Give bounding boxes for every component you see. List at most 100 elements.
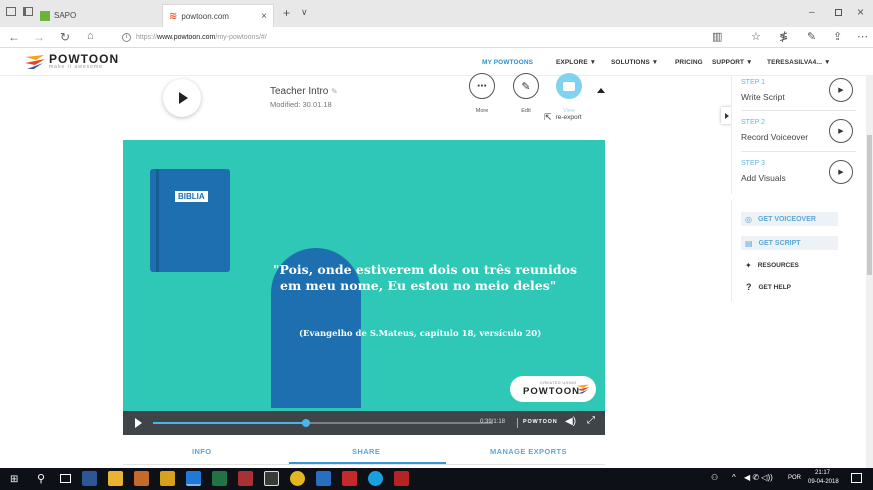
resources-link[interactable]: ✦ RESOURCES xyxy=(745,261,799,270)
progress-track[interactable] xyxy=(153,419,493,427)
task-view-icon[interactable] xyxy=(60,474,71,483)
back-icon[interactable]: ← xyxy=(8,30,20,44)
url-field[interactable]: i https:// www.powtoon.com /my-powtoons/… xyxy=(122,29,672,45)
get-script-link[interactable]: ▤ GET SCRIPT xyxy=(741,236,838,250)
maximize-icon[interactable] xyxy=(835,9,842,16)
close-tab-icon[interactable]: × xyxy=(261,11,267,22)
refresh-icon[interactable]: ↻ xyxy=(60,30,70,44)
tab-sapo-label: SAPO xyxy=(54,11,77,20)
video-player[interactable]: BIBLIA "Pois, onde estiverem dois ou trê… xyxy=(123,140,605,411)
language-indicator[interactable]: POR xyxy=(788,475,801,481)
tab-sapo[interactable]: SAPO xyxy=(40,4,160,27)
step-1-play-button[interactable]: ▶ xyxy=(829,78,853,102)
step-3-play-button[interactable]: ▶ xyxy=(829,160,853,184)
menu-support[interactable]: SUPPORT ▼ xyxy=(712,59,753,66)
collapse-caret-icon[interactable] xyxy=(597,88,605,93)
fullscreen-icon[interactable]: ⤢ xyxy=(587,415,595,426)
word-icon[interactable] xyxy=(82,471,97,486)
powtoon-modified: Modified: 30.01.18 xyxy=(270,100,332,109)
tab-manage-exports[interactable]: MANAGE EXPORTS xyxy=(490,447,567,456)
clock-time[interactable]: 21:17 xyxy=(815,470,830,476)
get-script-label: GET SCRIPT xyxy=(758,239,801,247)
get-help-link[interactable]: ? GET HELP xyxy=(746,282,791,292)
favorite-icon[interactable]: ☆ xyxy=(751,30,761,43)
page-scrollbar-thumb[interactable] xyxy=(867,135,872,275)
help-icon: ? xyxy=(746,282,752,292)
skype-icon[interactable] xyxy=(368,471,383,486)
notes-icon[interactable]: ✎ xyxy=(807,30,816,43)
expand-arrow-icon xyxy=(725,112,729,119)
controls-logo: POWTOON xyxy=(523,419,558,425)
reading-view-icon[interactable]: ▥ xyxy=(712,30,722,43)
powtoon-title[interactable]: Teacher Intro ✎ xyxy=(270,86,338,97)
acrobat-icon[interactable] xyxy=(394,471,409,486)
step-2-label: STEP 2 xyxy=(741,119,765,126)
preview-play-button[interactable] xyxy=(163,79,201,117)
share-icon[interactable]: ⇪ xyxy=(833,30,842,43)
menu-user[interactable]: TERESASILVA4... ▼ xyxy=(767,59,831,66)
book-label: BIBLIA xyxy=(175,191,208,202)
edge-icon[interactable] xyxy=(186,471,201,486)
more-icon[interactable]: ⋯ xyxy=(857,30,868,43)
file-explorer-icon[interactable] xyxy=(108,471,123,486)
powtoon-logo-icon xyxy=(25,54,45,69)
pdf-icon[interactable] xyxy=(342,471,357,486)
people-icon[interactable]: ⚇ xyxy=(711,473,718,482)
rename-pencil-icon[interactable]: ✎ xyxy=(331,87,338,96)
menu-pricing[interactable]: PRICING xyxy=(675,59,703,66)
store-icon[interactable] xyxy=(264,471,279,486)
tab-share[interactable]: SHARE xyxy=(352,447,380,456)
notifications-icon[interactable] xyxy=(851,473,862,483)
progress-fill xyxy=(153,422,306,424)
step-divider-2 xyxy=(741,151,856,152)
powtoon-logo[interactable]: POWTOON make it awesome xyxy=(24,53,119,70)
tray-chevron-icon[interactable]: ^ xyxy=(732,473,736,482)
step-2-play-button[interactable]: ▶ xyxy=(829,119,853,143)
hub-icon[interactable]: ≸ xyxy=(779,30,788,43)
menu-solutions[interactable]: SOLUTIONS ▼ xyxy=(611,59,658,66)
volume-icon[interactable]: ◀) xyxy=(565,416,576,427)
minimize-icon[interactable]: – xyxy=(809,7,815,18)
tab-actions-icon[interactable] xyxy=(6,7,16,16)
new-tab-icon[interactable]: + xyxy=(283,6,290,20)
created-with-badge: CREATED USING POWTOON xyxy=(510,376,596,402)
excel-icon[interactable] xyxy=(212,471,227,486)
info-icon[interactable]: i xyxy=(122,32,131,42)
step-3-title: Add Visuals xyxy=(741,173,786,183)
clock-date[interactable]: 09-04-2018 xyxy=(808,479,839,485)
close-window-icon[interactable]: × xyxy=(857,5,864,19)
paint-icon[interactable] xyxy=(134,471,149,486)
progress-knob[interactable] xyxy=(302,419,310,427)
reexport-link[interactable]: ⇱ re-export xyxy=(544,112,582,123)
more-button[interactable]: ⋯ xyxy=(469,73,495,99)
tabs-bottom-border xyxy=(123,464,605,465)
edit-button[interactable]: ✎ xyxy=(513,73,539,99)
url-domain: www.powtoon.com xyxy=(157,33,216,41)
reexport-label: re-export xyxy=(555,114,582,121)
get-voiceover-label: GET VOICEOVER xyxy=(757,215,816,223)
browser-titlebar: SAPO ≋ powtoon.com × + ∨ – × xyxy=(0,0,873,27)
tab-powtoon[interactable]: ≋ powtoon.com × xyxy=(162,4,274,27)
home-icon[interactable]: ⌂ xyxy=(87,30,94,42)
chrome-icon[interactable] xyxy=(290,471,305,486)
tab-menu-icon[interactable]: ∨ xyxy=(301,7,308,18)
forward-icon[interactable]: → xyxy=(33,30,45,44)
set-aside-tabs-icon[interactable] xyxy=(23,7,33,16)
media-icon[interactable] xyxy=(160,471,175,486)
address-bar: ← → ↻ ⌂ i https:// www.powtoon.com /my-p… xyxy=(0,27,873,48)
tab-info[interactable]: INFO xyxy=(192,447,212,456)
get-voiceover-link[interactable]: ◎ GET VOICEOVER xyxy=(741,212,838,226)
search-icon[interactable]: ⚲ xyxy=(37,472,45,485)
quote-citation: (Evangelho de S.Mateus, capítulo 18, ver… xyxy=(299,329,542,339)
photos-icon[interactable] xyxy=(238,471,253,486)
step-3-label: STEP 3 xyxy=(741,160,765,167)
control-play-icon[interactable] xyxy=(135,418,142,428)
view-button[interactable] xyxy=(556,73,582,99)
step-1-title: Write Script xyxy=(741,92,785,102)
menu-explore[interactable]: EXPLORE ▼ xyxy=(556,59,596,66)
mail-icon[interactable] xyxy=(316,471,331,486)
start-icon[interactable]: ⊞ xyxy=(10,474,18,485)
menu-my-powtoons[interactable]: MY POWTOONS xyxy=(482,59,533,66)
badge-logo-icon xyxy=(576,384,590,394)
tray-icons[interactable]: ◀ ✆ ◁)) xyxy=(744,473,773,482)
